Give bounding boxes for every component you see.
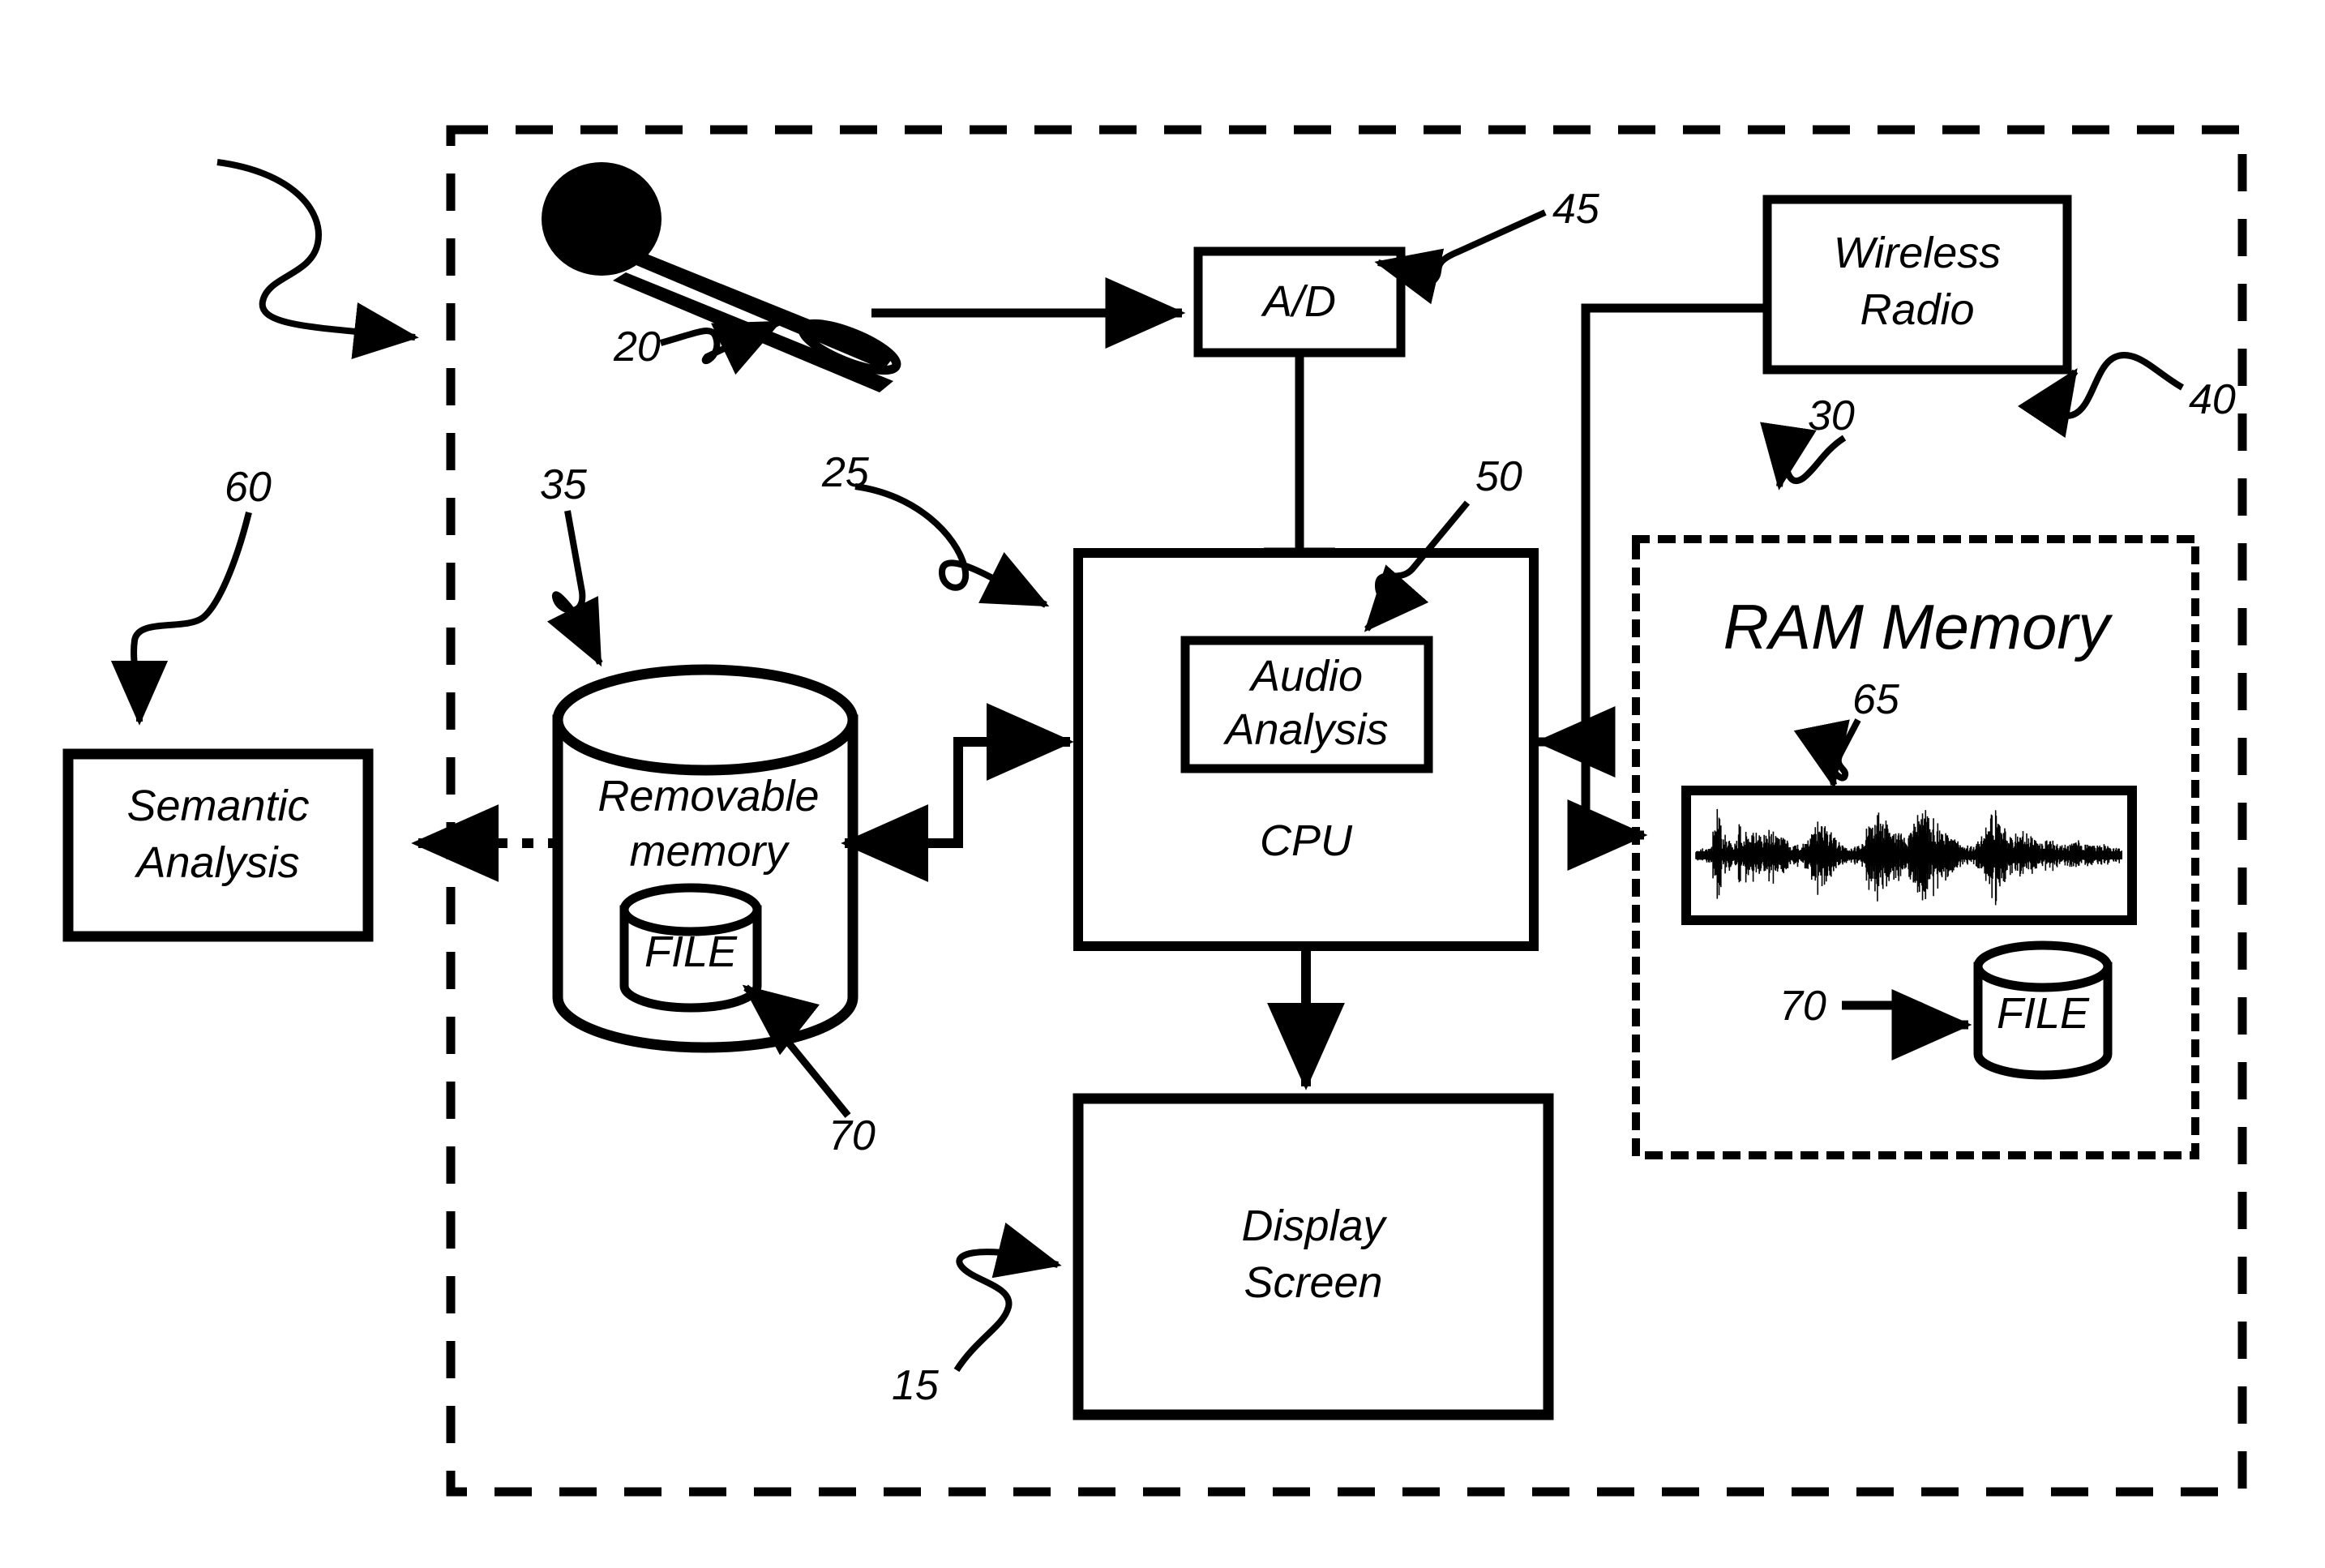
leader-40 bbox=[2017, 352, 2184, 439]
ref-15: 15 bbox=[892, 1362, 940, 1409]
ref-45: 45 bbox=[1552, 186, 1600, 233]
leader-15 bbox=[953, 1222, 1062, 1373]
audio-analysis-label-2: Analysis bbox=[1222, 705, 1388, 754]
ram-file-cylinder: FILE bbox=[1973, 940, 2113, 1080]
wire-memory-to-cpu bbox=[953, 737, 1013, 820]
leader-60 bbox=[110, 512, 252, 726]
leader-30 bbox=[1760, 422, 1847, 491]
leader-10 bbox=[216, 159, 419, 359]
ram-file-label: FILE bbox=[1997, 989, 2090, 1038]
wire-radio-bus bbox=[1581, 303, 1767, 819]
diagram-svg: 20 A/D 45 Wireless Radio 40 RAM Memory 3… bbox=[62, 125, 2247, 1497]
audio-analysis-label-1: Audio bbox=[1248, 652, 1363, 700]
leader-25 bbox=[854, 483, 1050, 608]
removable-memory-label-1: Removable bbox=[597, 772, 819, 820]
display-screen-label-1: Display bbox=[1241, 1202, 1387, 1250]
wire-cpu-to-memory bbox=[908, 742, 963, 848]
removable-file-cylinder: FILE bbox=[619, 883, 762, 1013]
removable-memory-label-2: memory bbox=[629, 827, 790, 876]
ref-60: 60 bbox=[225, 464, 272, 511]
microphone-icon bbox=[542, 162, 901, 392]
ref-30: 30 bbox=[1808, 392, 1855, 439]
ref-50: 50 bbox=[1475, 453, 1522, 500]
ref-35: 35 bbox=[540, 461, 588, 508]
patent-figure-canvas: 20 A/D 45 Wireless Radio 40 RAM Memory 3… bbox=[0, 0, 2325, 1568]
semantic-analysis-label-1: Semantic bbox=[126, 782, 309, 830]
ref-70-removable: 70 bbox=[829, 1112, 876, 1159]
display-screen-box[interactable] bbox=[1073, 1093, 1554, 1420]
wireless-radio-label-2: Radio bbox=[1860, 285, 1974, 334]
ref-20: 20 bbox=[613, 323, 661, 371]
wireless-radio-box[interactable] bbox=[1762, 195, 2072, 375]
cpu-label: CPU bbox=[1260, 816, 1353, 865]
leader-ram-70 bbox=[1842, 989, 1972, 1060]
wireless-radio-label-1: Wireless bbox=[1834, 229, 2002, 277]
ad-label: A/D bbox=[1261, 277, 1336, 326]
ref-25: 25 bbox=[821, 449, 870, 496]
leader-35 bbox=[546, 510, 603, 667]
semantic-analysis-label-2: Analysis bbox=[134, 838, 299, 887]
ref-70-ram: 70 bbox=[1779, 983, 1826, 1030]
ref-40: 40 bbox=[2189, 376, 2236, 423]
ref-65: 65 bbox=[1852, 676, 1900, 723]
leader-65 bbox=[1793, 718, 1861, 789]
display-screen-label-2: Screen bbox=[1244, 1258, 1382, 1307]
ram-memory-label: RAM Memory bbox=[1723, 591, 2113, 662]
removable-file-label: FILE bbox=[644, 928, 738, 976]
